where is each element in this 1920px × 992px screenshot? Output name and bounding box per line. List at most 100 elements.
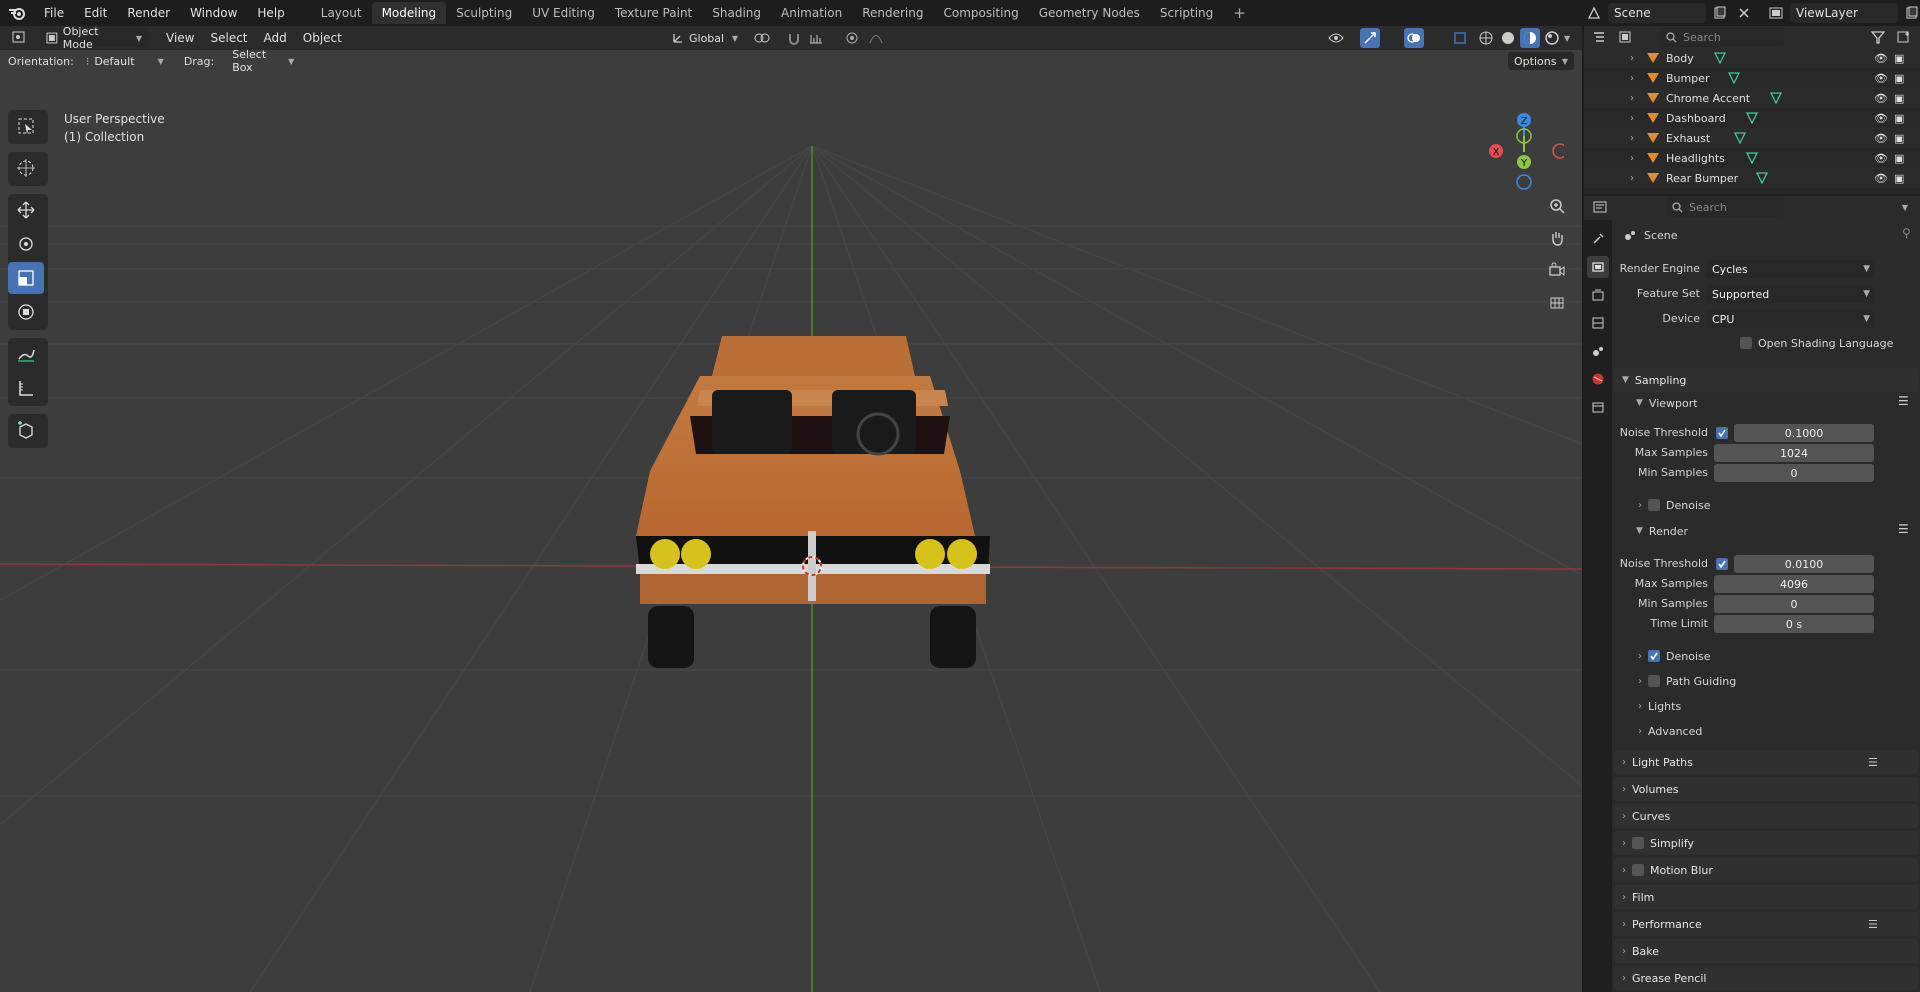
lights-subpanel[interactable]: › Lights [1638, 697, 1681, 715]
volumes-panel[interactable]: › Volumes [1614, 777, 1918, 801]
mode-dropdown[interactable]: Object Mode ▼ [40, 26, 148, 51]
curves-panel[interactable]: › Curves [1614, 804, 1918, 828]
outliner-item-dashboard[interactable]: › Dashboard 👁 ▣ [1584, 108, 1920, 128]
camera-icon[interactable]: ▣ [1894, 72, 1904, 85]
vp-denoise-row[interactable]: › Denoise [1638, 496, 1711, 514]
falloff-icon[interactable] [866, 28, 886, 48]
simplify-checkbox[interactable] [1632, 837, 1644, 849]
new-view-layer-icon[interactable] [1902, 3, 1920, 23]
gizmo-neg-z-axis[interactable] [1516, 174, 1532, 190]
r-time-limit-field[interactable]: 0 s [1714, 615, 1874, 633]
navigation-gizmo[interactable]: Z Y X [1484, 112, 1568, 192]
transform-orientation-dropdown[interactable]: Global ▼ [666, 29, 744, 47]
snap-icon[interactable] [784, 28, 804, 48]
add-cube-tool-icon[interactable] [8, 414, 44, 446]
view-layer-tab-icon[interactable] [1587, 312, 1609, 334]
annotate-tool-icon[interactable] [8, 338, 44, 370]
chevron-right-icon[interactable]: › [1630, 133, 1634, 144]
measure-tool-icon[interactable] [8, 372, 44, 404]
advanced-subpanel[interactable]: › Advanced [1638, 722, 1702, 740]
eye-icon[interactable]: 👁 [1874, 112, 1888, 125]
transform-tool-icon[interactable] [8, 296, 44, 328]
add-workspace-icon[interactable]: + [1223, 2, 1256, 24]
render-tab-icon[interactable] [1587, 256, 1609, 278]
chevron-right-icon[interactable]: › [1630, 73, 1634, 84]
chevron-right-icon[interactable]: › [1630, 53, 1634, 64]
chevron-right-icon[interactable]: › [1630, 153, 1634, 164]
feature-set-dropdown[interactable]: Supported ▼ [1706, 285, 1874, 303]
solid-shading-icon[interactable] [1498, 28, 1518, 48]
chevron-down-icon[interactable]: ▼ [1902, 203, 1908, 212]
r-denoise-checkbox[interactable] [1648, 650, 1660, 662]
outliner-item-bumper[interactable]: › Bumper 👁 ▣ [1584, 68, 1920, 88]
render-engine-dropdown[interactable]: Cycles ▼ [1706, 260, 1874, 278]
tab-layout[interactable]: Layout [311, 2, 372, 24]
camera-icon[interactable]: ▣ [1894, 172, 1904, 185]
gizmo-toggle-icon[interactable] [1360, 28, 1380, 48]
menu-add[interactable]: Add [256, 28, 295, 48]
filter-icon[interactable] [1868, 27, 1888, 47]
render-subpanel-header[interactable]: ▼ Render [1636, 522, 1688, 540]
tab-animation[interactable]: Animation [771, 2, 852, 24]
snap-increment-icon[interactable] [806, 28, 826, 48]
r-denoise-row[interactable]: › Denoise [1638, 647, 1711, 665]
chevron-right-icon[interactable]: › [1630, 113, 1634, 124]
vp-denoise-checkbox[interactable] [1648, 499, 1660, 511]
menu-file[interactable]: File [34, 0, 74, 26]
drag-dropdown[interactable]: Select Box ▼ [226, 48, 300, 74]
3d-viewport[interactable]: Object Mode ▼ View Select Add Object Glo… [0, 26, 1582, 992]
chevron-right-icon[interactable]: › [1630, 173, 1634, 184]
output-tab-icon[interactable] [1587, 284, 1609, 306]
xray-toggle-icon[interactable] [1450, 28, 1470, 48]
r-max-samples-field[interactable]: 4096 [1714, 575, 1874, 593]
eye-icon[interactable]: 👁 [1874, 52, 1888, 65]
eye-icon[interactable]: 👁 [1874, 132, 1888, 145]
perspective-toggle-icon[interactable] [1545, 290, 1569, 314]
display-mode-icon[interactable] [1616, 27, 1636, 47]
tab-shading[interactable]: Shading [702, 2, 771, 24]
menu-help[interactable]: Help [247, 0, 294, 26]
properties-editor-type-icon[interactable] [1590, 197, 1610, 217]
motion-blur-panel[interactable]: › Motion Blur [1614, 858, 1918, 882]
new-collection-icon[interactable] [1894, 27, 1914, 47]
outliner-search[interactable]: Search [1660, 27, 1784, 47]
car-model[interactable] [636, 336, 990, 668]
menu-view[interactable]: View [158, 28, 202, 48]
tab-texture-paint[interactable]: Texture Paint [605, 2, 702, 24]
tool-tab-icon[interactable] [1587, 228, 1609, 250]
tab-rendering[interactable]: Rendering [852, 2, 933, 24]
presets-list-icon[interactable]: ☰ [1868, 918, 1878, 931]
collection-tab-icon[interactable] [1587, 396, 1609, 418]
material-shading-icon[interactable] [1520, 28, 1540, 48]
outliner-item-rear-bumper[interactable]: › Rear Bumper 👁 ▣ [1584, 168, 1920, 188]
film-panel[interactable]: › Film [1614, 885, 1918, 909]
properties-search[interactable]: Search [1666, 197, 1784, 217]
vp-noise-threshold-field[interactable]: 0.1000 [1734, 424, 1874, 442]
camera-icon[interactable]: ▣ [1894, 132, 1904, 145]
simplify-panel[interactable]: › Simplify [1614, 831, 1918, 855]
eye-icon[interactable]: 👁 [1874, 92, 1888, 105]
pin-icon[interactable]: ⚲ [1902, 226, 1911, 240]
sampling-panel-header[interactable]: ▼ Sampling [1614, 368, 1918, 392]
select-box-tool-icon[interactable] [8, 110, 44, 142]
light-paths-panel[interactable]: › Light Paths ☰ [1614, 750, 1918, 774]
menu-select[interactable]: Select [202, 28, 255, 48]
scale-tool-icon[interactable] [8, 262, 44, 294]
viewport-subpanel-header[interactable]: ▼ Viewport [1636, 394, 1698, 412]
presets-list-icon[interactable]: ☰ [1898, 522, 1909, 536]
path-guiding-row[interactable]: › Path Guiding [1638, 672, 1736, 690]
options-dropdown[interactable]: Options ▼ [1508, 52, 1574, 70]
tab-sculpting[interactable]: Sculpting [446, 2, 522, 24]
rotate-tool-icon[interactable] [8, 228, 44, 260]
camera-icon[interactable]: ▣ [1894, 52, 1904, 65]
outliner-item-exhaust[interactable]: › Exhaust 👁 ▣ [1584, 128, 1920, 148]
motion-blur-checkbox[interactable] [1632, 864, 1644, 876]
vp-min-samples-field[interactable]: 0 [1714, 464, 1874, 482]
tab-geometry-nodes[interactable]: Geometry Nodes [1029, 2, 1150, 24]
visibility-icon[interactable] [1326, 28, 1346, 48]
outliner-item-body[interactable]: › Body 👁 ▣ [1584, 48, 1920, 68]
r-noise-threshold-field[interactable]: 0.0100 [1734, 555, 1874, 573]
scene-tab-icon[interactable] [1587, 340, 1609, 362]
outliner-item-chrome-accent[interactable]: › Chrome Accent 👁 ▣ [1584, 88, 1920, 108]
vp-max-samples-field[interactable]: 1024 [1714, 444, 1874, 462]
